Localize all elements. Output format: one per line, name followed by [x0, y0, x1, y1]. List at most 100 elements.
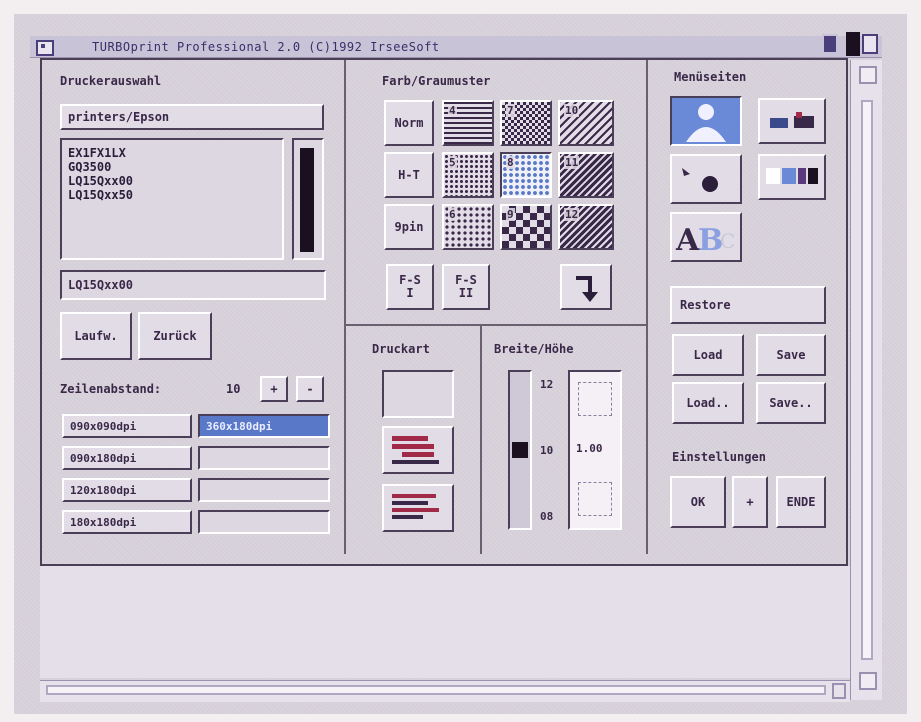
menu-page-print-button[interactable]	[670, 96, 742, 146]
load-button[interactable]: Load	[672, 334, 744, 376]
pattern-6-button[interactable]: 6	[442, 204, 494, 250]
menu-pages-heading: Menüseiten	[674, 70, 747, 84]
size-slider-knob[interactable]	[512, 442, 528, 458]
print-mode-bar	[392, 460, 439, 464]
color-bars-icon	[766, 168, 818, 184]
pattern-number: 4	[448, 104, 457, 117]
resolution-button[interactable]: 090x180dpi	[62, 446, 192, 470]
printer-list-scrollbar[interactable]	[292, 138, 324, 260]
vertical-scrollbar[interactable]	[850, 60, 882, 700]
window-titlebar[interactable]: TURBOprint Professional 2.0 (C)1992 Irse…	[30, 36, 882, 58]
scroll-down-icon[interactable]	[859, 672, 877, 690]
pattern-9pin-button[interactable]: 9pin	[384, 204, 434, 250]
pattern-heading: Farb/Graumuster	[382, 74, 491, 88]
pattern-number: 10	[564, 104, 580, 117]
printer-icon	[770, 112, 814, 128]
back-button[interactable]: Zurück	[138, 312, 212, 360]
list-item[interactable]: EX1FX1LX	[68, 146, 276, 160]
print-mode-bar	[392, 436, 429, 441]
settings-plus-button[interactable]: +	[732, 476, 768, 528]
save-as-button[interactable]: Save..	[756, 382, 826, 424]
pattern-4-button[interactable]: 4	[442, 100, 494, 146]
horizontal-scroll-knob[interactable]	[46, 685, 826, 695]
scroll-up-icon[interactable]	[859, 66, 877, 84]
horizontal-scrollbar[interactable]	[40, 680, 850, 702]
save-button[interactable]: Save	[756, 334, 826, 376]
selected-printer-field[interactable]: LQ15Qxx00	[60, 270, 326, 300]
print-mode-bar	[392, 444, 434, 449]
floyd-steinberg-2-button[interactable]: F-S II	[442, 264, 490, 310]
pattern-norm-button[interactable]: Norm	[384, 100, 434, 146]
pattern-9-button[interactable]: 9	[500, 204, 552, 250]
panel-divider	[646, 60, 648, 554]
menu-page-color-button[interactable]	[758, 154, 826, 200]
print-mode-blank-button[interactable]	[382, 370, 454, 418]
pattern-8-button[interactable]: 8	[500, 152, 552, 198]
print-mode-bar	[392, 508, 439, 512]
section-divider	[480, 324, 482, 554]
list-item[interactable]: LQ15Qxx00	[68, 174, 276, 188]
floyd-steinberg-1-button[interactable]: F-S I	[386, 264, 434, 310]
end-button[interactable]: ENDE	[776, 476, 826, 528]
pattern-number: 5	[448, 156, 457, 169]
turn-arrow-icon	[576, 276, 598, 302]
pattern-halftone-button[interactable]: H-T	[384, 152, 434, 198]
pattern-7-button[interactable]: 7	[500, 100, 552, 146]
settings-heading: Einstellungen	[672, 450, 766, 464]
depth-front-icon[interactable]	[846, 32, 860, 56]
resolution-selected-field[interactable]: 360x180dpi	[198, 414, 330, 438]
svg-text:A: A	[675, 223, 700, 258]
ok-button[interactable]: OK	[670, 476, 726, 528]
tick-label: 12	[540, 378, 554, 391]
load-as-button[interactable]: Load..	[672, 382, 744, 424]
line-spacing-plus-button[interactable]: +	[260, 376, 288, 402]
pattern-number: 12	[564, 208, 580, 221]
pattern-number: 9	[506, 208, 515, 221]
printer-list-scroll-knob[interactable]	[300, 148, 314, 252]
resolution-button[interactable]: 120x180dpi	[62, 478, 192, 502]
menu-page-image-button[interactable]	[670, 154, 742, 204]
resolution-field[interactable]	[198, 446, 330, 470]
size-preview: 1.00	[568, 370, 622, 530]
pattern-number: 8	[506, 156, 515, 169]
person-icon	[686, 104, 726, 142]
restore-button[interactable]: Restore	[670, 286, 826, 324]
window-title: TURBOprint Professional 2.0 (C)1992 Irse…	[92, 40, 440, 54]
scroll-right-icon[interactable]	[832, 683, 846, 699]
menu-page-printer-button[interactable]	[758, 98, 826, 144]
printer-path-button[interactable]: printers/Epson	[60, 104, 324, 130]
depth-back-icon[interactable]	[862, 34, 878, 54]
tick-label: 10	[540, 444, 554, 457]
list-item[interactable]: GQ3500	[68, 160, 276, 174]
size-slider[interactable]	[508, 370, 532, 530]
ratio-value: 1.00	[576, 442, 603, 455]
print-mode-text-button[interactable]	[382, 484, 454, 532]
list-item[interactable]: LQ15Qxx50	[68, 188, 276, 202]
resolution-field[interactable]	[198, 478, 330, 502]
drive-button[interactable]: Laufw.	[60, 312, 132, 360]
print-mode-bar	[392, 494, 437, 498]
font-icon: A B C	[675, 223, 735, 258]
zoom-icon[interactable]	[822, 34, 838, 54]
resolution-button[interactable]: 180x180dpi	[62, 510, 192, 534]
section-divider	[344, 324, 646, 326]
printer-list[interactable]: EX1FX1LX GQ3500 LQ15Qxx00 LQ15Qxx50	[60, 138, 284, 260]
scroll-knob[interactable]	[861, 100, 873, 660]
close-icon[interactable]	[36, 40, 54, 56]
resolution-button[interactable]: 090x090dpi	[62, 414, 192, 438]
menu-page-text-button[interactable]: A B C	[670, 212, 742, 262]
arrow-button[interactable]	[560, 264, 612, 310]
line-spacing-minus-button[interactable]: -	[296, 376, 324, 402]
resolution-field[interactable]	[198, 510, 330, 534]
print-mode-bar	[392, 515, 424, 519]
tick-label: 08	[540, 510, 554, 523]
pattern-12-button[interactable]: 12	[558, 204, 614, 250]
print-mode-bar	[402, 452, 434, 457]
pattern-10-button[interactable]: 10	[558, 100, 614, 146]
print-mode-heading: Druckart	[372, 342, 430, 356]
pattern-5-button[interactable]: 5	[442, 152, 494, 198]
print-mode-graphic-button[interactable]	[382, 426, 454, 474]
pattern-11-button[interactable]: 11	[558, 152, 614, 198]
size-ticks: 12 10 08	[536, 370, 566, 530]
image-icon	[682, 168, 718, 192]
